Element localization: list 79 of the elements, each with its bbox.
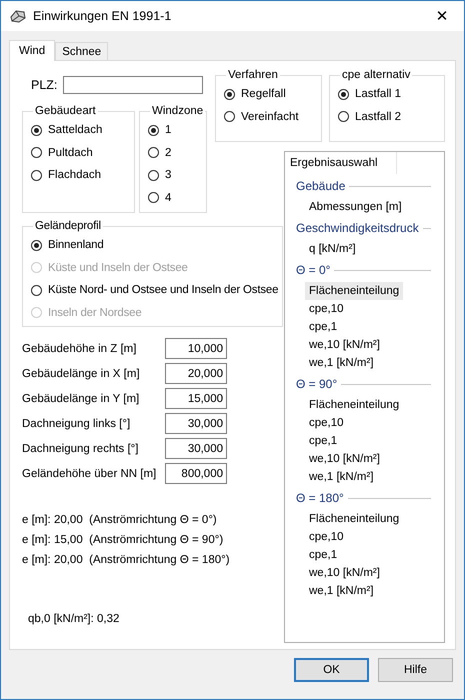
group-heading: Θ = 90°: [296, 377, 338, 391]
radio-button[interactable]: Regelfall: [224, 83, 321, 106]
radio-button[interactable]: Lastfall 1: [338, 83, 444, 106]
group-title: Windzone: [151, 105, 204, 117]
list-item[interactable]: we,1 [kN/m²]: [305, 354, 378, 372]
radio-icon[interactable]: [31, 240, 42, 251]
dialog-button[interactable]: Hilfe: [378, 658, 453, 682]
field-label: Dachneigung links [°]: [22, 418, 132, 430]
list-item[interactable]: cpe,1: [305, 546, 342, 564]
number-field[interactable]: 800,000: [165, 463, 227, 484]
field-label: Gebäudelänge in Y [m]: [22, 392, 140, 404]
field-label: Gebäudehöhe in Z [m]: [22, 342, 138, 354]
radio-icon[interactable]: [338, 88, 349, 100]
group-heading: Θ = 180°: [296, 491, 344, 505]
result-text: e [m]: 15,00 (Anströmrichtung Θ = 90°): [22, 534, 224, 546]
radio-icon[interactable]: [31, 147, 42, 158]
app-icon: [9, 8, 27, 24]
plz-field[interactable]: [63, 76, 204, 94]
tab[interactable]: Wind: [9, 40, 56, 61]
result-text: e [m]: 20,00 (Anströmrichtung Θ = 0°): [22, 514, 218, 526]
number-field[interactable]: 10,000: [165, 338, 227, 359]
group-title: Geländeprofil: [34, 220, 102, 232]
number-field[interactable]: 20,000: [165, 363, 227, 384]
group-heading: Geschwindigkeitsdruck: [296, 221, 419, 235]
radio-button[interactable]: Flachdach: [31, 164, 134, 186]
field-label: Dachneigung rechts [°]: [22, 442, 140, 454]
radio-icon[interactable]: [148, 124, 159, 136]
radio-button[interactable]: 2: [148, 142, 206, 164]
radio-icon[interactable]: [224, 111, 235, 122]
radio-icon[interactable]: [31, 170, 42, 181]
list-item[interactable]: cpe,10: [305, 414, 348, 432]
list-item[interactable]: cpe,10: [305, 300, 348, 318]
radio-button[interactable]: Binnenland: [31, 234, 282, 256]
radio-icon[interactable]: [148, 170, 159, 181]
field-label: Geländehöhe über NN [m]: [22, 468, 158, 480]
radio-button[interactable]: Satteldach: [31, 119, 134, 142]
list-item[interactable]: cpe,1: [305, 432, 342, 450]
list-item[interactable]: Flächeneinteilung: [305, 510, 404, 528]
radio-button[interactable]: Vereinfacht: [224, 106, 321, 128]
radio-icon[interactable]: [224, 88, 235, 100]
list-item[interactable]: we,10 [kN/m²]: [305, 336, 384, 354]
tab[interactable]: Schnee: [55, 42, 108, 60]
window-title: Einwirkungen EN 1991-1: [33, 9, 172, 23]
dialog-button[interactable]: OK: [294, 658, 369, 682]
radio-button[interactable]: 4: [148, 186, 206, 209]
number-field[interactable]: 30,000: [165, 438, 227, 459]
list-item[interactable]: q [kN/m²]: [305, 240, 360, 258]
list-item[interactable]: Flächeneinteilung: [305, 282, 404, 300]
group-title: Gebäudeart: [34, 105, 97, 117]
close-button[interactable]: ✕: [420, 1, 464, 31]
radio-icon[interactable]: [338, 111, 349, 122]
radio-button[interactable]: Küste Nord- und Ostsee und Inseln der Ostsee: [31, 279, 282, 302]
column-header: Ergebnisauswahl: [285, 152, 397, 174]
number-field[interactable]: 30,000: [165, 413, 227, 434]
radio-button[interactable]: Lastfall 2: [338, 106, 444, 128]
radio-button[interactable]: Pultdach: [31, 142, 134, 164]
radio-button[interactable]: 3: [148, 164, 206, 186]
list-item[interactable]: we,1 [kN/m²]: [305, 582, 378, 600]
list-item[interactable]: we,10 [kN/m²]: [305, 450, 384, 468]
list-item[interactable]: cpe,10: [305, 528, 348, 546]
radio-icon[interactable]: [31, 124, 42, 136]
group-title: cpe alternativ: [341, 69, 412, 81]
result-text: e [m]: 20,00 (Anströmrichtung Θ = 180°): [22, 554, 231, 566]
list-item[interactable]: we,10 [kN/m²]: [305, 564, 384, 582]
radio-icon[interactable]: [31, 284, 42, 296]
radio-icon[interactable]: [148, 147, 159, 158]
result-text: qb,0 [kN/m²]: 0,32: [27, 613, 120, 625]
field-label: Gebäudelänge in X [m]: [22, 368, 141, 380]
list-item[interactable]: Abmessungen [m]: [305, 198, 406, 216]
list-item[interactable]: we,1 [kN/m²]: [305, 468, 378, 486]
list-item[interactable]: cpe,1: [305, 318, 342, 336]
group-heading: Gebäude: [296, 179, 346, 193]
radio-button[interactable]: 1: [148, 119, 206, 142]
list-item[interactable]: Flächeneinteilung: [305, 396, 404, 414]
plz-label: PLZ:: [31, 78, 58, 92]
group-title: Verfahren: [227, 69, 279, 81]
number-field[interactable]: 15,000: [165, 388, 227, 409]
radio-icon[interactable]: [148, 192, 159, 204]
group-heading: Θ = 0°: [296, 263, 330, 277]
